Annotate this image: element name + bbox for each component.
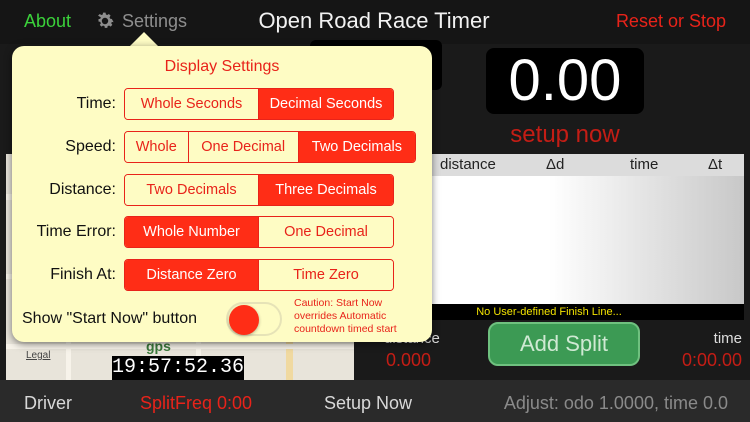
- map-legal-link[interactable]: Legal: [26, 350, 50, 361]
- column-time: time: [630, 156, 659, 173]
- timer-display: 0.00: [486, 48, 644, 114]
- time-error-label: Time Error:: [36, 223, 116, 240]
- settings-button[interactable]: Settings: [94, 10, 187, 32]
- timer-status[interactable]: setup now: [480, 121, 650, 149]
- segment-speed-whole[interactable]: Whole: [125, 132, 188, 162]
- split-frequency-button[interactable]: SplitFreq 0:00: [140, 393, 252, 414]
- time-value: 0:00.00: [681, 350, 742, 370]
- segment-speed-two-decimals[interactable]: Two Decimals: [297, 132, 415, 162]
- popover-arrow: [130, 32, 158, 46]
- time-format-segmented-control: Whole Seconds Decimal Seconds: [124, 88, 394, 120]
- display-settings-popover: Display Settings Time: Whole Seconds Dec…: [12, 46, 432, 342]
- segment-whole-seconds[interactable]: Whole Seconds: [125, 89, 258, 119]
- segment-time-error-one-decimal[interactable]: One Decimal: [258, 217, 393, 247]
- finish-at-label: Finish At:: [50, 266, 116, 283]
- settings-label: Settings: [122, 10, 188, 31]
- segment-distance-three-decimals[interactable]: Three Decimals: [258, 175, 393, 205]
- top-bar: About Settings Open Road Race Timer Rese…: [0, 0, 750, 44]
- distance-value: 0.000: [386, 350, 432, 370]
- setup-now-button[interactable]: Setup Now: [324, 393, 412, 414]
- time-format-label: Time:: [76, 95, 116, 112]
- segment-time-zero[interactable]: Time Zero: [258, 260, 393, 290]
- about-button[interactable]: About: [24, 11, 71, 32]
- segment-distance-two-decimals[interactable]: Two Decimals: [125, 175, 258, 205]
- start-now-toggle[interactable]: [226, 302, 282, 336]
- app-title: Open Road Race Timer: [258, 8, 490, 33]
- adjust-button[interactable]: Adjust: odo 1.0000, time 0.0: [504, 393, 728, 414]
- clock-display: 19:57:52.36: [112, 356, 245, 380]
- reset-or-stop-button[interactable]: Reset or Stop: [616, 11, 726, 32]
- start-now-caution: Caution: Start Now overrides Automatic c…: [294, 297, 397, 335]
- segment-decimal-seconds[interactable]: Decimal Seconds: [258, 89, 393, 119]
- time-error-segmented-control: Whole Number One Decimal: [124, 216, 394, 248]
- column-delta-time: Δt: [708, 156, 723, 173]
- gear-icon: [98, 12, 114, 28]
- add-split-button[interactable]: Add Split: [488, 322, 640, 366]
- start-now-label: Show "Start Now" button: [22, 310, 197, 327]
- distance-format-label: Distance:: [49, 181, 116, 198]
- toggle-knob: [229, 305, 259, 335]
- time-label: time: [713, 330, 742, 347]
- column-distance: distance: [440, 156, 496, 173]
- segment-distance-zero[interactable]: Distance Zero: [125, 260, 258, 290]
- bottom-bar: Driver SplitFreq 0:00 Setup Now Adjust: …: [0, 380, 750, 422]
- popover-title: Display Settings: [164, 58, 280, 75]
- column-delta-distance: Δd: [546, 156, 565, 173]
- driver-button[interactable]: Driver: [24, 393, 72, 414]
- speed-format-segmented-control: Whole One Decimal Two Decimals: [124, 131, 416, 163]
- segment-speed-one-decimal[interactable]: One Decimal: [187, 132, 298, 162]
- finish-at-segmented-control: Distance Zero Time Zero: [124, 259, 394, 291]
- distance-format-segmented-control: Two Decimals Three Decimals: [124, 174, 394, 206]
- segment-whole-number[interactable]: Whole Number: [125, 217, 258, 247]
- speed-format-label: Speed:: [65, 138, 116, 155]
